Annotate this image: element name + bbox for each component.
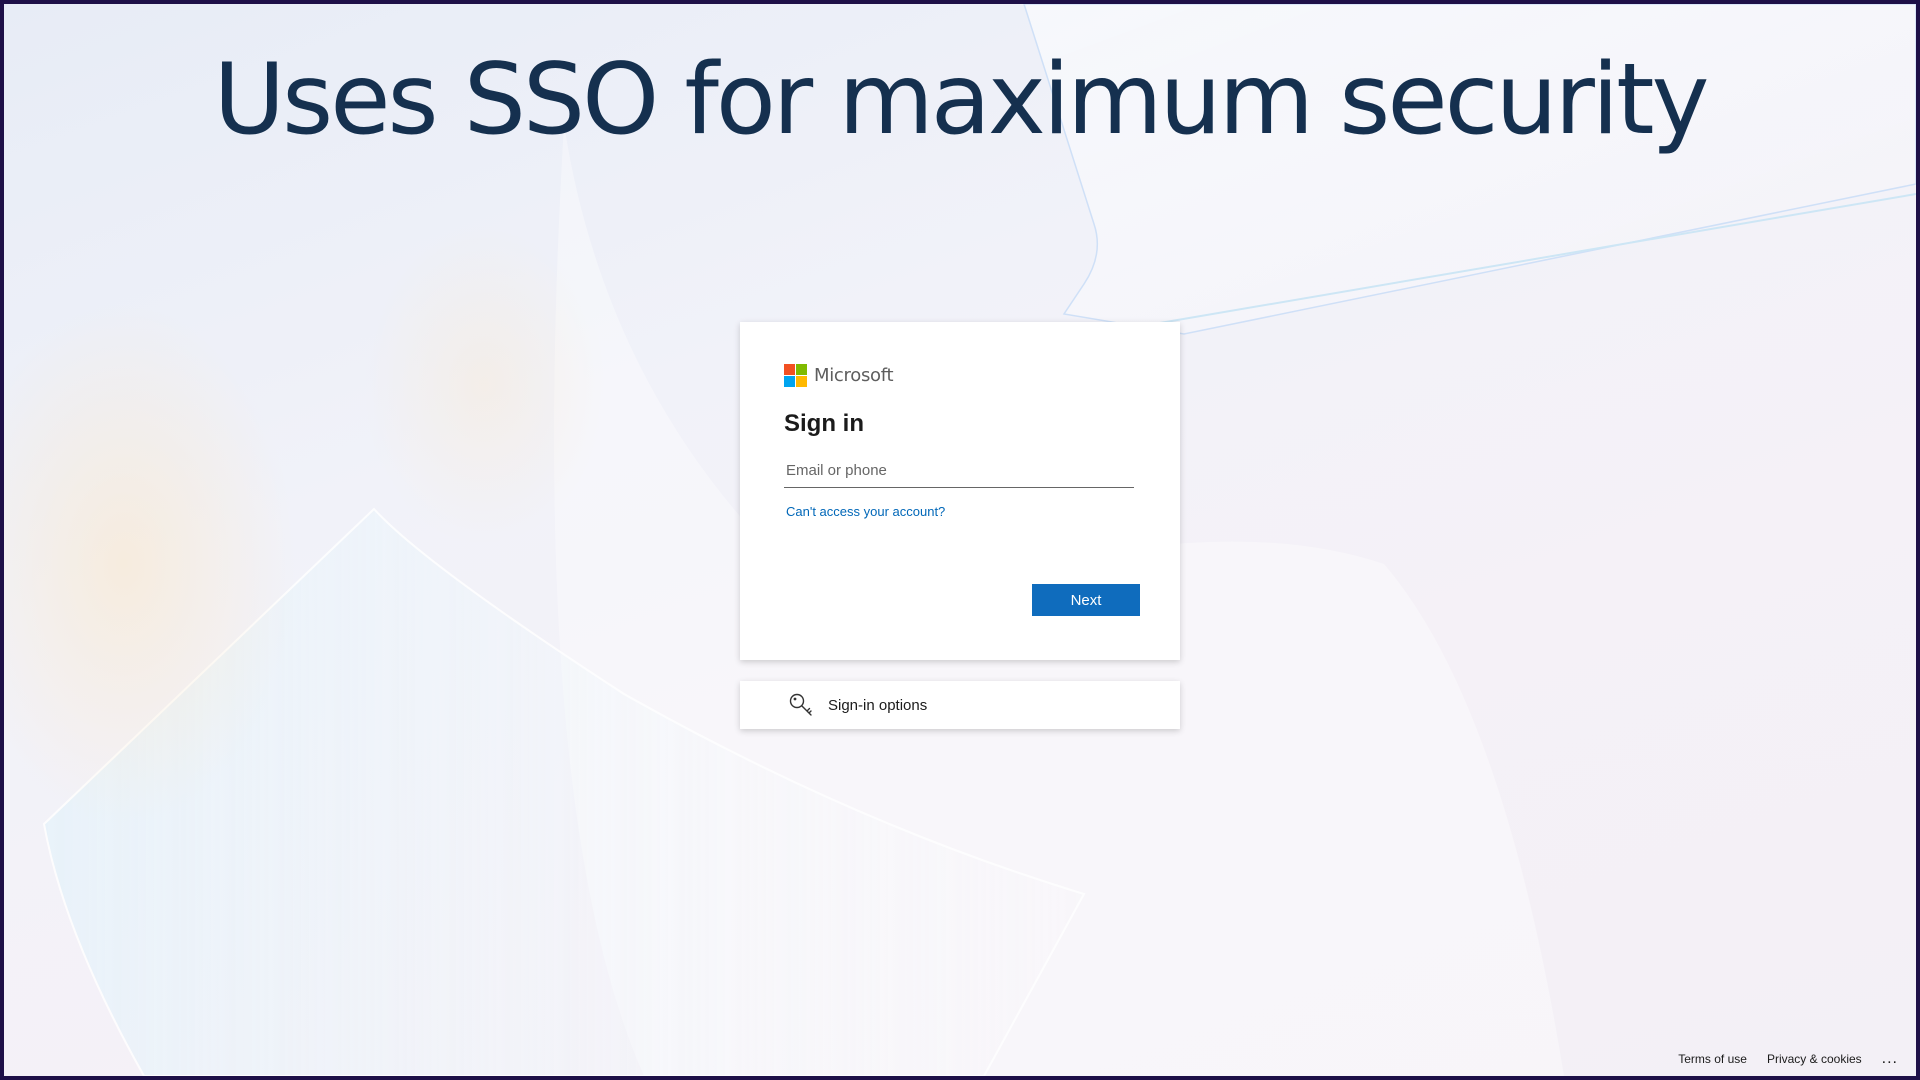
signin-options-button[interactable]: Sign-in options (740, 681, 1180, 729)
terms-of-use-link[interactable]: Terms of use (1678, 1052, 1747, 1066)
microsoft-logo: Microsoft (784, 364, 894, 387)
email-field[interactable] (784, 454, 1134, 488)
key-icon (789, 693, 812, 716)
privacy-cookies-link[interactable]: Privacy & cookies (1767, 1052, 1862, 1066)
next-button[interactable]: Next (1032, 584, 1140, 616)
signin-title: Sign in (784, 410, 864, 437)
slide-headline: Uses SSO for maximum security (213, 43, 1709, 157)
signin-options-label: Sign-in options (828, 696, 928, 714)
slide-frame: Uses SSO for maximum security Microsoft … (4, 4, 1916, 1076)
footer: Terms of use Privacy & cookies ... (1658, 1051, 1898, 1067)
microsoft-logo-icon (784, 364, 807, 387)
signin-card: Microsoft Sign in Can't access your acco… (740, 322, 1180, 660)
more-options-icon[interactable]: ... (1882, 1051, 1898, 1067)
brand-name: Microsoft (814, 365, 894, 386)
cant-access-account-link[interactable]: Can't access your account? (786, 504, 945, 519)
